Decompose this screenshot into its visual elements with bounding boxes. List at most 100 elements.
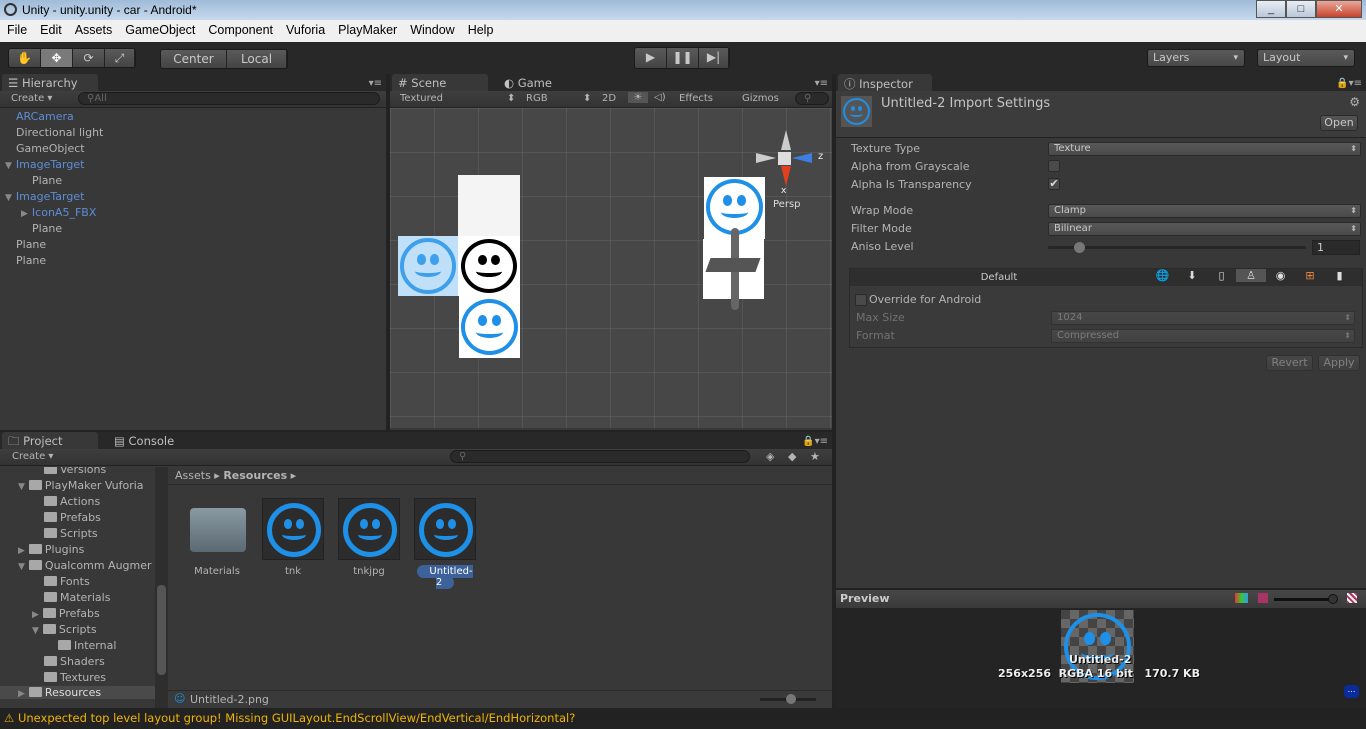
gizmo-neg-x-arrow[interactable] bbox=[756, 153, 776, 163]
pivot-local-button[interactable]: Local bbox=[227, 50, 287, 68]
expand-arrow-icon[interactable]: ▼ bbox=[18, 562, 25, 572]
gizmos-dropdown[interactable]: Gizmos bbox=[742, 93, 779, 104]
apply-button[interactable]: Apply bbox=[1318, 355, 1360, 371]
render-mode-dropdown[interactable]: Textured bbox=[400, 93, 443, 104]
rotate-icon[interactable]: ⟳ bbox=[73, 49, 105, 67]
texture-type-dropdown[interactable]: Texture bbox=[1048, 142, 1361, 156]
scene-viewport[interactable]: z x Persp bbox=[390, 108, 832, 428]
ios-icon[interactable]: ▯ bbox=[1207, 269, 1236, 282]
tree-item[interactable]: Qualcomm Augmer bbox=[45, 559, 152, 572]
standalone-icon[interactable]: ⬇ bbox=[1177, 269, 1207, 282]
settings-gear-icon[interactable]: ⚙ bbox=[1349, 95, 1360, 109]
tab-hierarchy[interactable]: ☰ Hierarchy bbox=[2, 74, 98, 91]
scene-search[interactable]: ⚲ bbox=[795, 92, 829, 105]
audio-toggle-icon[interactable]: ◁) bbox=[654, 92, 666, 103]
asset-item[interactable]: tnkjpg bbox=[337, 498, 401, 577]
tab-inspector[interactable]: ⓘ Inspector bbox=[838, 74, 932, 91]
windows-icon[interactable]: ⊞ bbox=[1295, 269, 1325, 282]
hierarchy-item[interactable]: GameObject bbox=[16, 142, 85, 155]
panel-menu-icon[interactable]: ▾≡ bbox=[369, 78, 382, 89]
panel-menu-icon[interactable]: ▾≡ bbox=[815, 78, 828, 89]
collapsed-arrow-icon[interactable]: ▶ bbox=[18, 689, 25, 699]
rgb-channel-icon[interactable] bbox=[1235, 593, 1248, 603]
lock-menu-icon[interactable]: 🔒▾≡ bbox=[1336, 78, 1362, 89]
hierarchy-item[interactable]: Plane bbox=[32, 174, 62, 187]
expand-arrow-icon[interactable]: ▼ bbox=[5, 193, 12, 203]
tree-item[interactable]: PlayMaker Vuforia bbox=[45, 479, 144, 492]
icon-size-slider-handle[interactable] bbox=[786, 694, 796, 704]
lighting-toggle-icon[interactable]: ☀ bbox=[628, 92, 648, 103]
channel-dropdown[interactable]: RGB bbox=[526, 93, 548, 104]
effects-dropdown[interactable]: Effects bbox=[679, 93, 713, 104]
mip-slider[interactable] bbox=[1274, 598, 1334, 601]
tree-item[interactable]: Prefabs bbox=[60, 511, 101, 524]
tab-project[interactable]: 🗀 Project bbox=[2, 432, 98, 449]
status-bar[interactable]: ⚠ Unexpected top level layout group! Mis… bbox=[0, 708, 1366, 729]
aniso-slider-handle[interactable] bbox=[1074, 242, 1085, 253]
hierarchy-search[interactable]: ⚲All bbox=[78, 92, 380, 105]
asset-item-selected[interactable]: Untitled-2 bbox=[413, 498, 477, 589]
menu-help[interactable]: Help bbox=[468, 23, 494, 42]
mip-level-icon[interactable] bbox=[1347, 593, 1357, 603]
tree-item[interactable]: Resources bbox=[45, 686, 101, 699]
hand-icon[interactable]: ✋ bbox=[9, 49, 41, 67]
tree-item[interactable]: Materials bbox=[60, 591, 110, 604]
menu-window[interactable]: Window bbox=[410, 23, 454, 42]
tree-item[interactable]: Internal bbox=[74, 639, 116, 652]
pause-icon[interactable]: ❚❚ bbox=[667, 48, 699, 68]
tree-item[interactable]: Fonts bbox=[60, 575, 90, 588]
more-icon[interactable]: … bbox=[1344, 685, 1359, 698]
tree-item[interactable]: Versions bbox=[60, 467, 106, 476]
blackberry-icon[interactable]: ◉ bbox=[1266, 269, 1295, 282]
persp-label[interactable]: Persp bbox=[773, 199, 801, 210]
2d-toggle[interactable]: 2D bbox=[602, 93, 616, 104]
pivot-center-button[interactable]: Center bbox=[161, 50, 227, 68]
scale-icon[interactable]: ⤢ bbox=[105, 49, 135, 67]
tree-item[interactable]: Shaders bbox=[60, 655, 105, 668]
hierarchy-item[interactable]: Plane bbox=[16, 238, 46, 251]
revert-button[interactable]: Revert bbox=[1266, 355, 1313, 371]
format-dropdown[interactable]: Compressed bbox=[1051, 329, 1355, 343]
minimize-button[interactable]: _ bbox=[1256, 0, 1286, 18]
mip-slider-handle[interactable] bbox=[1328, 594, 1338, 604]
hierarchy-item[interactable]: ▼ ImageTarget bbox=[5, 190, 84, 203]
alpha-transparency-checkbox[interactable]: ✔ bbox=[1048, 178, 1060, 190]
hierarchy-item[interactable]: ▶ IconA5_FBX bbox=[21, 206, 96, 219]
move-icon[interactable]: ✥ bbox=[41, 49, 73, 67]
menu-vuforia[interactable]: Vuforia bbox=[286, 23, 325, 42]
windows-phone-icon[interactable]: ▮ bbox=[1325, 269, 1354, 282]
tab-scene[interactable]: # Scene bbox=[392, 74, 488, 91]
collapsed-arrow-icon[interactable]: ▶ bbox=[21, 209, 28, 219]
create-dropdown[interactable]: Create ▾ bbox=[11, 93, 52, 104]
hierarchy-item[interactable]: Plane bbox=[16, 254, 46, 267]
close-button[interactable]: ✕ bbox=[1316, 0, 1362, 18]
max-size-dropdown[interactable]: 1024 bbox=[1051, 311, 1355, 325]
android-icon[interactable]: ♙ bbox=[1236, 269, 1266, 282]
wrap-mode-dropdown[interactable]: Clamp bbox=[1048, 204, 1361, 218]
asset-item[interactable]: Materials bbox=[185, 498, 249, 577]
menu-file[interactable]: File bbox=[7, 23, 27, 42]
maximize-button[interactable]: □ bbox=[1286, 0, 1316, 18]
tree-item[interactable]: Scripts bbox=[59, 623, 97, 636]
create-dropdown[interactable]: Create ▾ bbox=[12, 451, 53, 462]
filter-mode-dropdown[interactable]: Bilinear bbox=[1048, 222, 1361, 236]
alpha-channel-icon[interactable] bbox=[1258, 593, 1268, 603]
override-android-checkbox[interactable] bbox=[855, 294, 867, 306]
menu-assets[interactable]: Assets bbox=[75, 23, 113, 42]
aniso-slider[interactable] bbox=[1048, 246, 1306, 249]
tree-scrollbar[interactable] bbox=[155, 467, 168, 708]
scrollbar-thumb[interactable] bbox=[157, 585, 166, 675]
open-button[interactable]: Open bbox=[1320, 115, 1358, 131]
tree-item[interactable]: Textures bbox=[60, 671, 106, 684]
expand-arrow-icon[interactable]: ▼ bbox=[18, 482, 25, 492]
step-icon[interactable]: ▶| bbox=[699, 48, 729, 68]
collapsed-arrow-icon[interactable]: ▶ bbox=[18, 546, 25, 556]
collapsed-arrow-icon[interactable]: ▶ bbox=[32, 610, 39, 620]
menu-gameobject[interactable]: GameObject bbox=[125, 23, 195, 42]
hierarchy-item[interactable]: Directional light bbox=[16, 126, 103, 139]
play-icon[interactable]: ▶ bbox=[635, 48, 667, 68]
hierarchy-item[interactable]: ▼ ImageTarget bbox=[5, 158, 84, 171]
aniso-level-input[interactable]: 1 bbox=[1312, 240, 1360, 255]
expand-arrow-icon[interactable]: ▼ bbox=[32, 626, 39, 636]
gizmo-x-arrow[interactable] bbox=[781, 166, 791, 186]
